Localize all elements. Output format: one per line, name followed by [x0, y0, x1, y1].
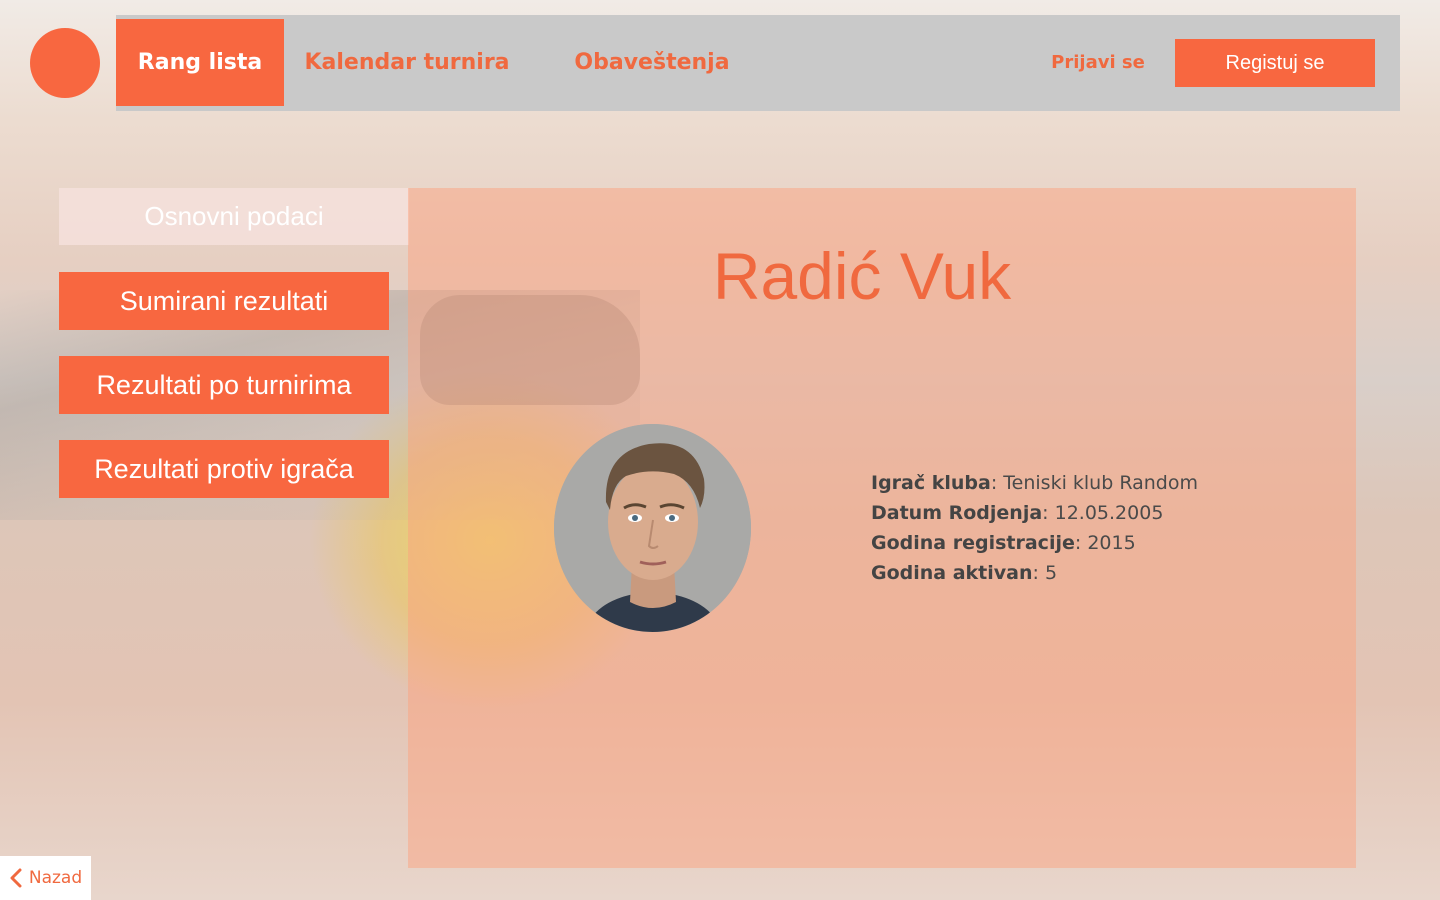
nav-obavestenja[interactable]: Obaveštenja: [568, 19, 736, 106]
logo[interactable]: [30, 28, 100, 98]
nav-rang-lista[interactable]: Rang lista: [116, 19, 284, 106]
sidebar-item-rezultati-po-turnirima[interactable]: Rezultati po turnirima: [59, 356, 389, 414]
info-row-klub: Igrač kluba: Teniski klub Random: [871, 472, 1198, 494]
info-row-datum-rodjenja: Datum Rodjenja: 12.05.2005: [871, 502, 1164, 524]
player-profile-panel: Radić Vuk Igrač kluba: Teniski klub Rand…: [408, 188, 1356, 868]
chevron-left-icon: [9, 868, 23, 888]
sidebar-item-rezultati-protiv-igraca[interactable]: Rezultati protiv igrača: [59, 440, 389, 498]
back-button[interactable]: Nazad: [0, 856, 91, 900]
info-row-godina-registracije: Godina registracije: 2015: [871, 532, 1136, 554]
back-label: Nazad: [28, 868, 83, 888]
sidebar-item-osnovni-podaci[interactable]: Osnovni podaci: [59, 188, 409, 245]
player-name: Radić Vuk: [712, 239, 1012, 313]
player-photo-icon: [554, 424, 751, 632]
sidebar-item-sumirani-rezultati[interactable]: Sumirani rezultati: [59, 272, 389, 330]
nav-kalendar-turnira[interactable]: Kalendar turnira: [300, 19, 514, 106]
info-row-godina-aktivan: Godina aktivan: 5: [871, 562, 1058, 584]
login-link[interactable]: Prijavi se: [1036, 47, 1160, 77]
player-avatar: [554, 424, 751, 632]
register-button[interactable]: Registuj se: [1175, 39, 1375, 87]
top-navigation: Rang lista Kalendar turnira Obaveštenja …: [116, 15, 1400, 111]
player-info: Igrač kluba: Teniski klub Random Datum R…: [871, 468, 1198, 588]
